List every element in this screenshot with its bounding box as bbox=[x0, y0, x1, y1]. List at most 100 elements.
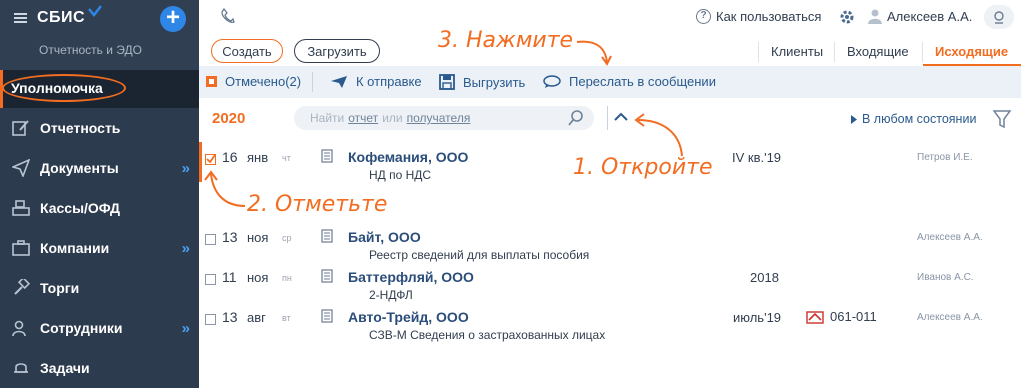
table-row[interactable]: 11 ноя пн Баттерфляй, ООО 2-НДФЛ 2018 Ив… bbox=[199, 262, 1021, 302]
sidebar-item-employees[interactable]: Сотрудники » bbox=[0, 308, 199, 348]
row-person: Алексеев А.А. bbox=[917, 312, 983, 323]
annotation-step3: 3. Нажмите bbox=[438, 28, 574, 53]
search-icon[interactable] bbox=[568, 110, 584, 126]
send-label: К отправке bbox=[356, 74, 422, 89]
upload-button[interactable]: Загрузить bbox=[294, 39, 380, 63]
sidebar-item-label: Документы bbox=[40, 160, 119, 176]
row-month: ноя bbox=[247, 230, 269, 245]
tab-clients[interactable]: Клиенты bbox=[771, 44, 823, 59]
checkbox-marked-icon bbox=[206, 76, 217, 87]
sidebar-item-tenders[interactable]: Торги bbox=[0, 268, 199, 308]
row-day: 13 bbox=[222, 229, 238, 245]
create-button[interactable]: Создать bbox=[211, 39, 283, 63]
send-button[interactable]: К отправке bbox=[330, 74, 422, 89]
document-icon bbox=[321, 309, 333, 323]
sidebar-item-cash[interactable]: Кассы/ОФД bbox=[0, 188, 199, 228]
sidebar-item-tasks[interactable]: Задачи bbox=[0, 348, 199, 388]
row-person: Иванов А.С. bbox=[917, 272, 974, 283]
row-checkbox[interactable] bbox=[205, 234, 216, 245]
row-description: НД по НДС bbox=[369, 168, 432, 182]
marked-button[interactable]: Отмечено(2) bbox=[206, 74, 301, 89]
row-day: 11 bbox=[222, 269, 237, 285]
gavel-icon bbox=[12, 279, 30, 297]
tab-divider bbox=[834, 42, 835, 62]
tab-divider bbox=[758, 42, 759, 62]
users-icon bbox=[12, 319, 30, 337]
search-placeholder-or: или bbox=[382, 111, 403, 125]
row-company[interactable]: Кофемания, ООО bbox=[348, 149, 468, 165]
sidebar-item-documents[interactable]: Документы » bbox=[0, 148, 199, 188]
logo-row: СБИС bbox=[14, 5, 102, 28]
row-weekday: вт bbox=[282, 313, 291, 323]
row-person: Петров И.Е. bbox=[917, 152, 973, 163]
row-company[interactable]: Баттерфляй, ООО bbox=[348, 269, 474, 285]
edit-icon bbox=[12, 119, 30, 137]
bell-icon bbox=[12, 359, 30, 377]
sidebar-item-label: Сотрудники bbox=[40, 320, 123, 336]
search-input[interactable]: Найти отчет или получателя bbox=[294, 106, 594, 130]
unload-label: Выгрузить bbox=[463, 74, 526, 90]
state-label: В любом состоянии bbox=[862, 112, 977, 126]
highlight-oval bbox=[2, 74, 126, 102]
row-checkbox[interactable] bbox=[205, 314, 216, 325]
annotation-arrow bbox=[634, 113, 683, 157]
add-button[interactable]: + bbox=[160, 6, 186, 32]
briefcase-icon bbox=[12, 239, 30, 257]
row-period: июль'19 bbox=[733, 310, 782, 325]
sidebar-item-reporting[interactable]: Отчетность bbox=[0, 108, 199, 148]
row-company[interactable]: Байт, ООО bbox=[348, 229, 421, 245]
row-month: ноя bbox=[247, 270, 269, 285]
row-company[interactable]: Авто-Трейд, ООО bbox=[348, 309, 469, 325]
help-link[interactable]: ? Как пользоваться bbox=[696, 9, 821, 24]
help-icon: ? bbox=[696, 9, 711, 24]
tab-outgoing[interactable]: Исходящие bbox=[935, 44, 1008, 59]
user-menu[interactable]: Алексеев А.А. bbox=[868, 9, 972, 24]
pfr-icon bbox=[806, 310, 824, 324]
phone-icon[interactable] bbox=[221, 8, 235, 24]
account-switch-icon[interactable] bbox=[984, 5, 1014, 29]
chevron-right-icon[interactable]: » bbox=[182, 240, 191, 257]
row-weekday: пн bbox=[282, 273, 292, 283]
send-icon bbox=[331, 75, 347, 88]
row-period: 2018 bbox=[750, 270, 779, 285]
tab-incoming[interactable]: Входящие bbox=[847, 44, 909, 59]
row-checkbox[interactable] bbox=[205, 274, 216, 285]
menu-icon[interactable] bbox=[14, 13, 27, 23]
chevron-up-icon[interactable] bbox=[614, 112, 628, 122]
sidebar-item-label: Задачи bbox=[40, 360, 90, 376]
row-description: 2-НДФЛ bbox=[369, 288, 413, 302]
forward-button[interactable]: Переслать в сообщении bbox=[543, 74, 716, 89]
row-description: Реестр сведений для выплаты пособия bbox=[369, 248, 590, 262]
filter-icon[interactable] bbox=[993, 108, 1011, 130]
user-icon bbox=[868, 9, 882, 24]
table-row[interactable]: 13 авг вт Авто-Трейд, ООО СЗВ-М Сведения… bbox=[199, 302, 1021, 342]
cash-register-icon bbox=[12, 199, 30, 217]
row-checkbox[interactable] bbox=[205, 154, 216, 165]
row-code-text: 061-011 bbox=[830, 309, 877, 324]
row-description: СЗВ-М Сведения о застрахованных лицах bbox=[369, 328, 606, 342]
table-row[interactable]: 13 ноя ср Байт, ООО Реестр сведений для … bbox=[199, 222, 1021, 262]
save-icon bbox=[439, 74, 455, 90]
search-recipient-link[interactable]: получателя bbox=[407, 111, 471, 125]
annotation-step2: 2. Отметьте bbox=[247, 192, 388, 217]
divider bbox=[607, 106, 608, 130]
search-report-link[interactable]: отчет bbox=[348, 111, 378, 125]
chevron-right-icon[interactable]: » bbox=[182, 320, 191, 337]
logo[interactable]: СБИС bbox=[37, 9, 85, 27]
row-day: 13 bbox=[222, 309, 238, 325]
document-icon bbox=[321, 149, 333, 163]
unload-button[interactable]: Выгрузить bbox=[439, 74, 525, 90]
sidebar: СБИС + Отчетность и ЭДО Уполномочка Отче… bbox=[0, 0, 199, 388]
year-selector[interactable]: 2020 bbox=[212, 110, 245, 127]
row-month: янв bbox=[247, 150, 269, 165]
row-code: 061-011 bbox=[806, 309, 877, 324]
state-filter[interactable]: В любом состоянии bbox=[851, 112, 976, 126]
send-icon bbox=[12, 159, 30, 177]
top-bar: ? Как пользоваться Алексеев А.А. bbox=[199, 0, 1021, 34]
annotation-arrow bbox=[576, 40, 612, 66]
sidebar-item-label: Кассы/ОФД bbox=[40, 200, 121, 216]
sidebar-item-companies[interactable]: Компании » bbox=[0, 228, 199, 268]
gear-icon[interactable] bbox=[839, 9, 855, 25]
marked-label: Отмечено(2) bbox=[225, 74, 302, 89]
chevron-right-icon[interactable]: » bbox=[182, 160, 191, 177]
